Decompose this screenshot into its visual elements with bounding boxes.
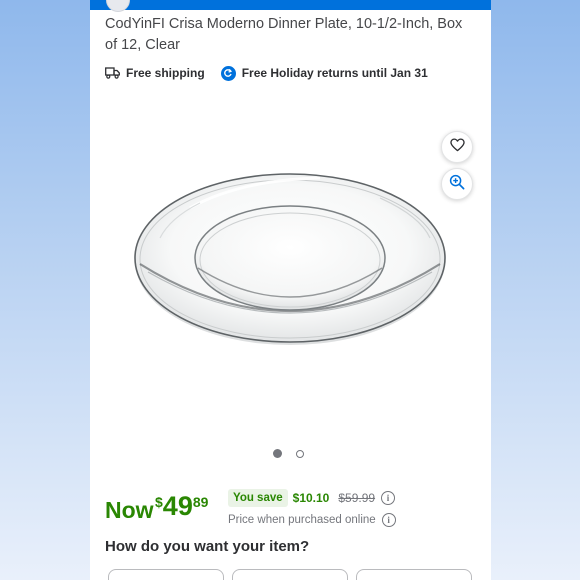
zoom-in-icon: [449, 174, 465, 195]
image-carousel-indicator: [273, 449, 304, 458]
fulfillment-option-2[interactable]: [232, 569, 348, 580]
fulfillment-heading: How do you want your item?: [105, 538, 310, 555]
header-bar: [90, 0, 491, 12]
online-price-note: Price when purchased online i: [228, 512, 396, 528]
fulfillment-option-3[interactable]: [356, 569, 472, 580]
carousel-dot-1[interactable]: [273, 449, 282, 458]
zoom-button[interactable]: [441, 168, 473, 200]
free-returns-badge: Free Holiday returns until Jan 31: [220, 65, 428, 81]
plate-image: [134, 173, 446, 345]
free-shipping-badge: Free shipping: [105, 66, 205, 80]
product-title: CodYinFI Crisa Moderno Dinner Plate, 10-…: [105, 16, 463, 53]
info-icon[interactable]: i: [381, 491, 396, 505]
info-icon[interactable]: i: [381, 513, 396, 527]
favorite-button[interactable]: [441, 131, 473, 163]
fulfillment-option-1[interactable]: [108, 569, 224, 580]
you-save-badge: You save: [228, 489, 288, 507]
avatar[interactable]: [106, 0, 130, 12]
carousel-dot-2[interactable]: [296, 449, 304, 458]
product-image[interactable]: [90, 110, 491, 440]
was-price: $59.99: [338, 491, 376, 505]
price-cents: 89: [192, 494, 209, 510]
free-shipping-label: Free shipping: [126, 66, 205, 80]
heart-icon: [449, 137, 465, 157]
savings-row: You save $10.10 $59.99 i: [228, 488, 396, 508]
save-amount: $10.10: [292, 491, 330, 505]
return-icon: [220, 65, 236, 81]
free-returns-label: Free Holiday returns until Jan 31: [241, 66, 428, 80]
benefit-badges: Free shipping Free Holiday returns until…: [105, 64, 428, 82]
price-currency: $: [155, 494, 163, 510]
product-page: CodYinFI Crisa Moderno Dinner Plate, 10-…: [90, 0, 491, 580]
online-price-label: Price when purchased online: [228, 514, 376, 526]
price-value: $4989: [155, 491, 208, 522]
now-label: Now: [105, 497, 154, 523]
price-dollars: 49: [162, 491, 193, 521]
truck-icon: [105, 67, 120, 79]
